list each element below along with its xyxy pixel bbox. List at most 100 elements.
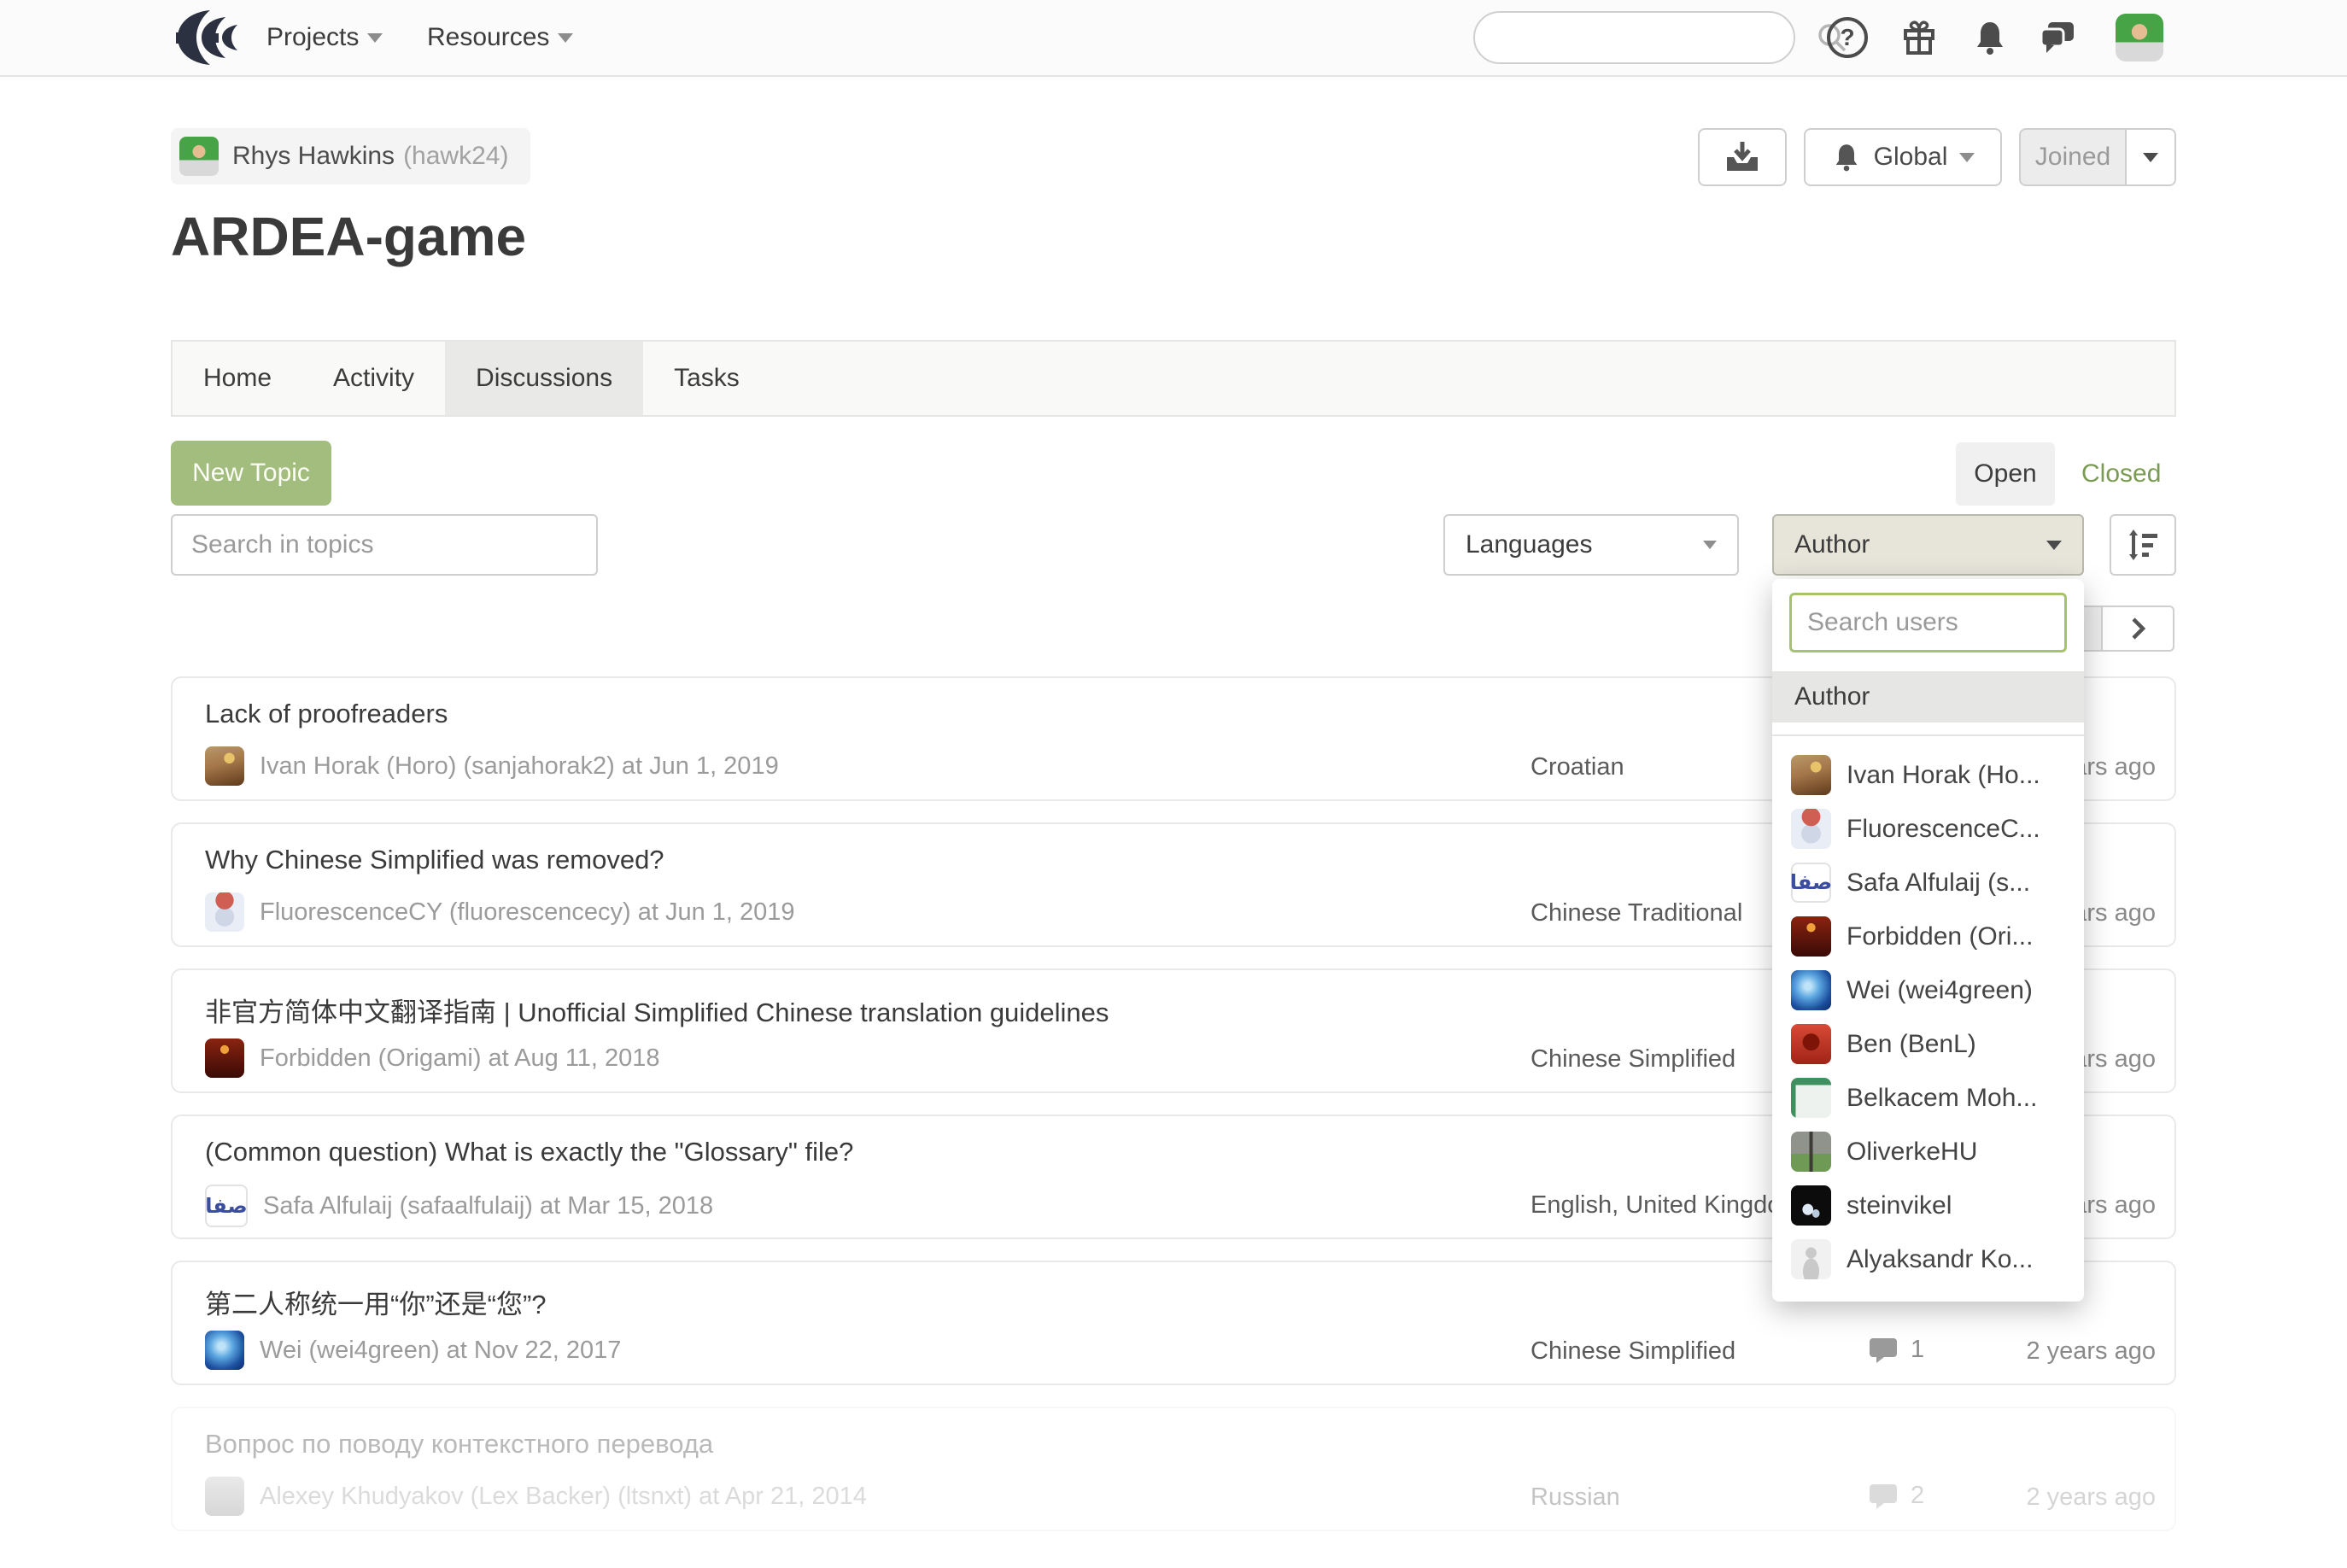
filter-open-label: Open — [1974, 459, 2036, 489]
tab-activity[interactable]: Activity — [302, 342, 445, 415]
global-notifications-button[interactable]: Global — [1804, 128, 2002, 186]
discussion-updated: 2 years ago — [2026, 1483, 2156, 1512]
sort-icon — [2125, 527, 2161, 563]
user-name: Belkacem Moh... — [1847, 1084, 2037, 1113]
download-button[interactable] — [1698, 128, 1787, 186]
user-avatar[interactable] — [2116, 14, 2163, 61]
new-topic-button[interactable]: New Topic — [171, 441, 331, 506]
author-option[interactable]: FluorescenceC... — [1772, 802, 2084, 856]
discussion-author-date: Safa Alfulaij (safaalfulaij) at Mar 15, … — [263, 1192, 713, 1220]
app-logo-icon[interactable] — [171, 5, 256, 70]
user-name: Alyaksandr Ko... — [1847, 1245, 2033, 1274]
notifications-bell-icon[interactable] — [1969, 17, 2010, 58]
discussion-title[interactable]: 非官方简体中文翻译指南 | Unofficial Simplified Chin… — [205, 991, 1109, 1029]
user-avatar — [1791, 1024, 1831, 1064]
tab-activity-label: Activity — [333, 364, 414, 393]
author-label: Author — [1794, 530, 1870, 559]
filter-closed-label: Closed — [2081, 459, 2161, 489]
comment-icon — [1868, 1337, 1899, 1364]
joined-button[interactable]: Joined — [2019, 128, 2125, 186]
author-option[interactable]: Alyaksandr Ko... — [1772, 1232, 2084, 1286]
project-tabbar: Home Activity Discussions Tasks — [171, 340, 2176, 417]
user-avatar — [1791, 916, 1831, 957]
filter-open[interactable]: Open — [1956, 442, 2055, 506]
discussion-title[interactable]: Lack of proofreaders — [205, 699, 448, 729]
nav-resources-label: Resources — [427, 23, 549, 52]
chevron-down-icon — [1959, 153, 1975, 162]
user-avatar — [1791, 1132, 1831, 1172]
discussion-byline: FluorescenceCY (fluorescencecy) at Jun 1… — [205, 892, 795, 932]
messages-icon[interactable] — [2037, 17, 2078, 58]
discussion-card[interactable]: Вопрос по поводу контекстного перевода A… — [171, 1407, 2176, 1531]
gift-icon[interactable] — [1899, 17, 1940, 58]
author-search-input[interactable] — [1789, 593, 2067, 652]
author-dropdown-header[interactable]: Author — [1772, 671, 2084, 723]
author-avatar — [205, 892, 244, 932]
tab-tasks[interactable]: Tasks — [643, 342, 770, 415]
discussion-title[interactable]: Why Chinese Simplified was removed? — [205, 845, 664, 875]
discussion-author-date: Wei (wei4green) at Nov 22, 2017 — [260, 1337, 621, 1365]
author-option[interactable]: Ivan Horak (Ho... — [1772, 748, 2084, 802]
nav-projects-menu[interactable]: Projects — [266, 0, 383, 75]
author-option[interactable]: steinvikel — [1772, 1179, 2084, 1232]
user-avatar — [1791, 809, 1831, 849]
languages-label: Languages — [1466, 530, 1592, 559]
comment-icon — [1868, 1483, 1899, 1510]
tab-home[interactable]: Home — [173, 342, 302, 415]
author-option[interactable]: Wei (wei4green) — [1772, 963, 2084, 1017]
nav-resources-menu[interactable]: Resources — [427, 0, 573, 75]
user-name: Forbidden (Ori... — [1847, 922, 2033, 951]
discussion-comments: 2 — [1868, 1482, 1924, 1510]
global-search-input[interactable] — [1475, 24, 1816, 51]
discussion-language: Chinese Traditional — [1531, 899, 1742, 927]
chevron-down-icon — [2143, 153, 2158, 162]
tab-tasks-label: Tasks — [674, 364, 740, 393]
chevron-right-icon — [2128, 617, 2148, 641]
author-search — [1789, 593, 2067, 652]
author-option[interactable]: OliverkeHU — [1772, 1125, 2084, 1179]
author-option[interactable]: Forbidden (Ori... — [1772, 910, 2084, 963]
discussion-byline: Ivan Horak (Horo) (sanjahorak2) at Jun 1… — [205, 746, 779, 786]
discussion-byline: Wei (wei4green) at Nov 22, 2017 — [205, 1331, 621, 1370]
tab-discussions[interactable]: Discussions — [445, 342, 643, 415]
user-avatar — [1791, 1239, 1831, 1279]
discussion-author-date: Forbidden (Origami) at Aug 11, 2018 — [260, 1044, 660, 1073]
joined-menu-button[interactable] — [2125, 128, 2176, 186]
pagination-next-button[interactable] — [2103, 606, 2174, 652]
languages-dropdown[interactable]: Languages — [1443, 514, 1739, 576]
download-icon — [1724, 140, 1761, 174]
project-owner-chip[interactable]: Rhys Hawkins (hawk24) — [171, 128, 530, 184]
author-option[interactable]: Belkacem Moh... — [1772, 1071, 2084, 1125]
bell-icon — [1831, 141, 1862, 173]
author-dropdown-button[interactable]: Author — [1772, 514, 2084, 576]
discussion-language: Chinese Simplified — [1531, 1337, 1735, 1366]
user-name: Wei (wei4green) — [1847, 976, 2033, 1005]
help-icon[interactable]: ? — [1827, 17, 1868, 58]
nav-projects-label: Projects — [266, 23, 359, 52]
discussion-title[interactable]: 第二人称统一用“你”还是“您”? — [205, 1283, 547, 1321]
joined-split-button: Joined — [2019, 128, 2176, 186]
comment-count: 1 — [1911, 1336, 1924, 1364]
author-dropdown-panel: Author Ivan Horak (Ho... FluorescenceC..… — [1772, 579, 2084, 1302]
chevron-down-icon — [558, 33, 573, 43]
user-name: OliverkeHU — [1847, 1138, 1977, 1167]
chevron-down-icon — [1703, 541, 1717, 549]
author-dropdown-header-label: Author — [1794, 682, 1870, 711]
author-option[interactable]: Ben (BenL) — [1772, 1017, 2084, 1071]
chevron-down-icon — [2046, 541, 2062, 550]
author-avatar — [205, 1185, 248, 1227]
user-name: Ivan Horak (Ho... — [1847, 761, 2040, 790]
owner-handle: (hawk24) — [403, 142, 508, 171]
discussion-title[interactable]: (Common question) What is exactly the "G… — [205, 1137, 853, 1167]
user-name: Safa Alfulaij (s... — [1847, 869, 2030, 898]
discussion-title[interactable]: Вопрос по поводу контекстного перевода — [205, 1429, 713, 1460]
user-name: Ben (BenL) — [1847, 1030, 1976, 1059]
author-option[interactable]: Safa Alfulaij (s... — [1772, 856, 2084, 910]
global-search — [1473, 11, 1795, 64]
tab-discussions-label: Discussions — [476, 364, 612, 393]
owner-avatar — [179, 137, 219, 176]
search-topics-input[interactable] — [171, 514, 598, 576]
sort-button[interactable] — [2110, 514, 2176, 576]
filter-closed[interactable]: Closed — [2081, 442, 2161, 506]
discussion-language: Croatian — [1531, 753, 1624, 781]
